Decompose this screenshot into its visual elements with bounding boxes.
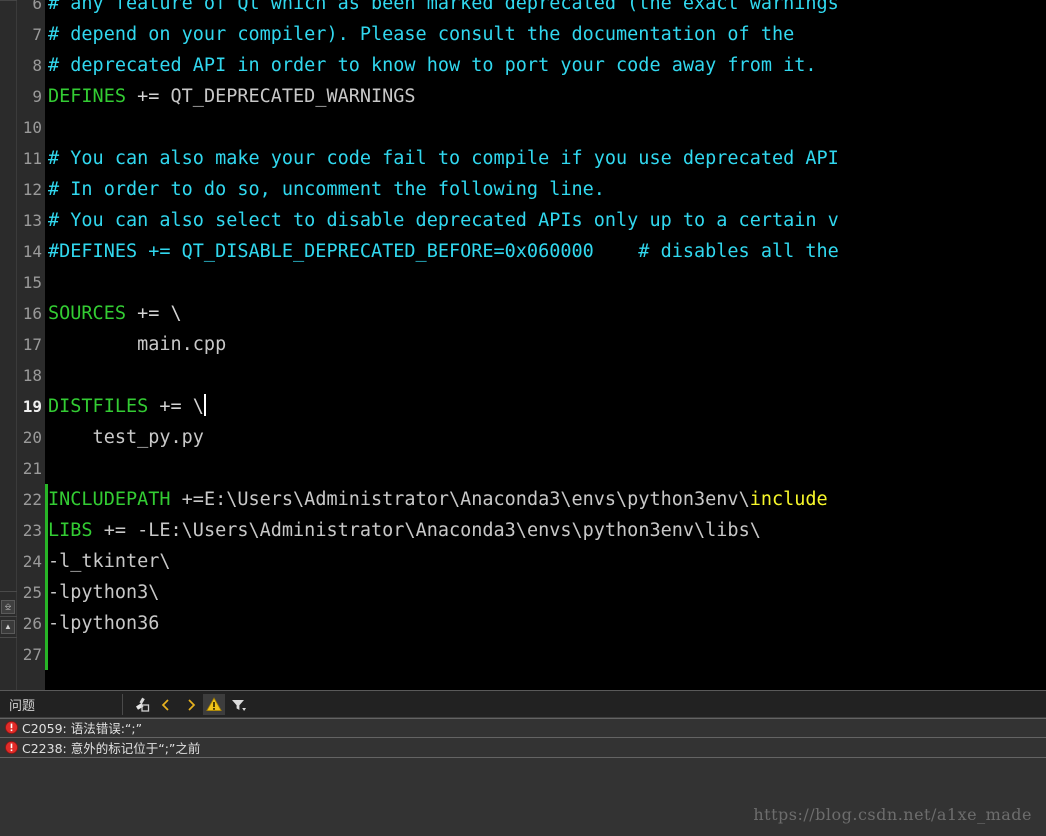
code-token: DISTFILES (48, 396, 149, 417)
split-editor-icon: ⎒ (4, 602, 12, 611)
clear-list-button[interactable] (130, 694, 152, 715)
line-number[interactable]: 22 (17, 484, 45, 515)
previous-error-button[interactable] (155, 694, 177, 715)
code-token: QT_DEPRECATED_WARNINGS (170, 86, 416, 107)
line-number-gutter[interactable]: 6 7 8 9 10 11 12 13 14 15 16 17 18 19 20 21 22 23 24 25 26 27 (17, 0, 45, 690)
rail-divider (0, 0, 17, 1)
watermark-text: https://blog.csdn.net/a1xe_made (753, 805, 1032, 824)
chevron-left-icon (161, 698, 169, 711)
line-number[interactable]: 6 (17, 0, 45, 19)
code-token: # You can also make your code fail to co… (48, 148, 839, 169)
line-number[interactable]: 10 (17, 112, 45, 143)
code-line[interactable]: -lpython36 (48, 608, 159, 639)
line-number[interactable]: 13 (17, 205, 45, 236)
warning-triangle-icon (206, 697, 222, 712)
toolbar-divider (122, 694, 123, 715)
line-number[interactable]: 17 (17, 329, 45, 360)
code-line[interactable]: main.cpp (48, 329, 226, 360)
chevron-up-icon: ▲ (4, 622, 12, 631)
code-token: include (749, 489, 828, 510)
code-line[interactable]: -lpython3\ (48, 577, 159, 608)
vs-editor-window: ⎒ ▲ 6 7 8 9 10 11 12 13 14 15 16 17 18 19 20 21 22 23 24 25… (0, 0, 1046, 836)
code-line[interactable]: DISTFILES += \ (48, 391, 206, 422)
problem-row[interactable]: C2059: 语法错误:“;” (0, 718, 1046, 738)
code-line[interactable]: # depend on your compiler). Please consu… (48, 19, 794, 50)
line-number[interactable]: 14 (17, 236, 45, 267)
code-line[interactable]: # any feature of Qt which as been marked… (48, 0, 839, 19)
code-line[interactable]: DEFINES += QT_DEPRECATED_WARNINGS (48, 81, 416, 112)
rail-divider (0, 616, 17, 617)
code-token: # any feature of Qt which as been marked… (48, 0, 839, 14)
split-editor-button[interactable]: ⎒ (1, 600, 15, 614)
line-number[interactable]: 23 (17, 515, 45, 546)
code-token: += \ (125, 303, 182, 324)
line-number[interactable]: 18 (17, 360, 45, 391)
code-line[interactable]: # In order to do so, uncomment the follo… (48, 174, 605, 205)
code-token: DEFINES (48, 86, 126, 107)
next-error-button[interactable] (180, 694, 202, 715)
code-token: SOURCES (48, 303, 126, 324)
code-editor-surface[interactable]: # any feature of Qt which as been marked… (48, 0, 1046, 690)
code-line[interactable]: test_py.py (48, 422, 204, 453)
code-line[interactable]: # You can also make your code fail to co… (48, 143, 839, 174)
problem-description: C2059: 语法错误:“;” (22, 721, 143, 736)
code-token: -l_tkinter\ (48, 551, 171, 572)
error-icon (0, 721, 22, 734)
line-number[interactable]: 15 (17, 267, 45, 298)
line-number[interactable]: 11 (17, 143, 45, 174)
code-token: # deprecated API in order to know how to… (48, 55, 817, 76)
line-number[interactable]: 20 (17, 422, 45, 453)
code-line[interactable]: # You can also select to disable depreca… (48, 205, 839, 236)
code-token: test_py.py (48, 427, 204, 448)
problems-panel-header: 问题 (0, 691, 1046, 718)
code-line[interactable]: SOURCES += \ (48, 298, 182, 329)
line-number[interactable]: 24 (17, 546, 45, 577)
editor-overview-rail[interactable]: ⎒ ▲ (0, 0, 17, 690)
code-line[interactable]: #DEFINES += QT_DISABLE_DEPRECATED_BEFORE… (48, 236, 839, 267)
scroll-up-button[interactable]: ▲ (1, 620, 15, 634)
line-number[interactable]: 8 (17, 50, 45, 81)
code-token: += (125, 86, 171, 107)
toggle-warnings-button[interactable] (203, 694, 225, 715)
line-number[interactable]: 16 (17, 298, 45, 329)
code-token: main.cpp (48, 334, 227, 355)
code-token: # In order to do so, uncomment the follo… (48, 179, 605, 200)
filter-button[interactable] (228, 694, 250, 715)
tab-problems[interactable]: 问题 (9, 695, 35, 714)
problem-description: C2238: 意外的标记位于“;”之前 (22, 741, 201, 756)
line-number[interactable]: 9 (17, 81, 45, 112)
problem-row[interactable]: C2238: 意外的标记位于“;”之前 (0, 738, 1046, 758)
code-line[interactable]: -l_tkinter\ (48, 546, 171, 577)
line-number[interactable]: 12 (17, 174, 45, 205)
code-line[interactable]: INCLUDEPATH +=E:\Users\Administrator\Ana… (48, 484, 828, 515)
rail-divider (0, 591, 17, 592)
filter-icon (232, 699, 246, 711)
code-token: +=E:\Users\Administrator\Anaconda3\envs\… (170, 489, 750, 510)
code-token: LIBS (48, 520, 93, 541)
code-token: += -LE:\Users\Administrator\Anaconda3\en… (92, 520, 761, 541)
code-token: += \ (148, 396, 204, 417)
code-line[interactable]: LIBS += -LE:\Users\Administrator\Anacond… (48, 515, 761, 546)
error-icon (0, 741, 22, 754)
code-token: -lpython36 (48, 613, 160, 634)
chevron-right-icon (188, 698, 196, 711)
line-number[interactable]: 7 (17, 19, 45, 50)
line-number[interactable]: 25 (17, 577, 45, 608)
clear-brush-icon (135, 697, 149, 712)
code-line[interactable]: # deprecated API in order to know how to… (48, 50, 817, 81)
rail-divider (0, 637, 17, 638)
line-number[interactable]: 27 (17, 639, 45, 670)
code-token: -lpython3\ (48, 582, 160, 603)
code-token: INCLUDEPATH (48, 489, 171, 510)
code-token: # depend on your compiler). Please consu… (48, 24, 795, 45)
line-number[interactable]: 26 (17, 608, 45, 639)
text-caret (203, 394, 206, 416)
line-number[interactable]: 21 (17, 453, 45, 484)
code-token: # You can also select to disable depreca… (48, 210, 839, 231)
code-token: #DEFINES += QT_DISABLE_DEPRECATED_BEFORE… (48, 241, 839, 262)
line-number[interactable]: 19 (17, 391, 45, 422)
